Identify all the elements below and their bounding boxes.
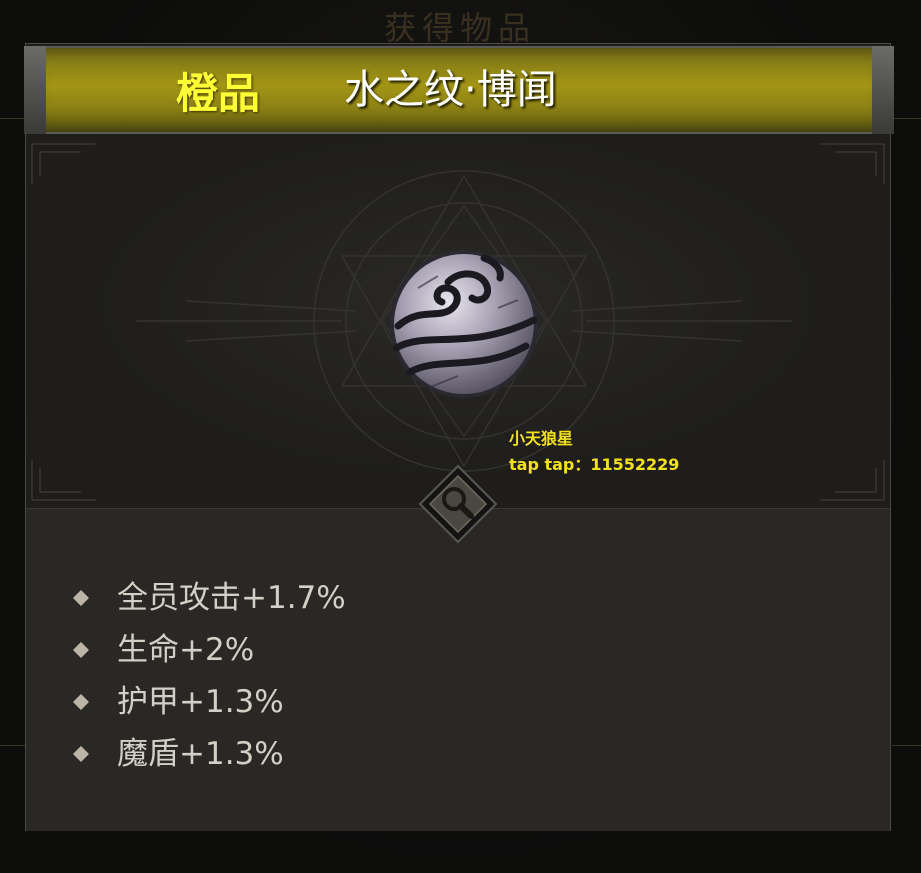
stat-list: 全员攻击+1.7% 生命+2% 护甲+1.3% 魔盾+1.3% [70,572,346,780]
stat-item: 生命+2% [70,624,346,676]
diamond-bullet-icon [70,587,92,609]
banner-cap-left [24,46,46,134]
stat-label: 全员攻击+1.7% [117,580,346,616]
stat-item: 魔盾+1.3% [70,728,346,780]
magnify-button[interactable] [418,464,498,544]
background-divider-right [892,118,921,119]
stat-item: 护甲+1.3% [70,676,346,728]
stat-label: 魔盾+1.3% [117,736,284,772]
background-divider-left [0,118,25,119]
stat-item: 全员攻击+1.7% [70,572,346,624]
watermark-text: 小天狼星 tap tap：11552229 [509,426,679,478]
background-divider-right-lower [892,745,921,746]
stat-label: 生命+2% [117,632,255,668]
background-divider-left-lower [0,745,25,746]
banner-cap-right [872,46,894,134]
background-title: 获得物品 [383,9,536,47]
watermark-line-2: tap tap：11552229 [509,455,680,474]
diamond-bullet-icon [70,743,92,765]
watermark-line-1: 小天狼星 [509,429,574,448]
stat-label: 护甲+1.3% [117,684,284,720]
diamond-bullet-icon [70,639,92,661]
water-wave-orb-icon [390,250,538,398]
item-rarity-label: 橙品 [176,69,261,118]
diamond-bullet-icon [70,691,92,713]
item-name: 水之纹·博闻 [344,67,557,113]
